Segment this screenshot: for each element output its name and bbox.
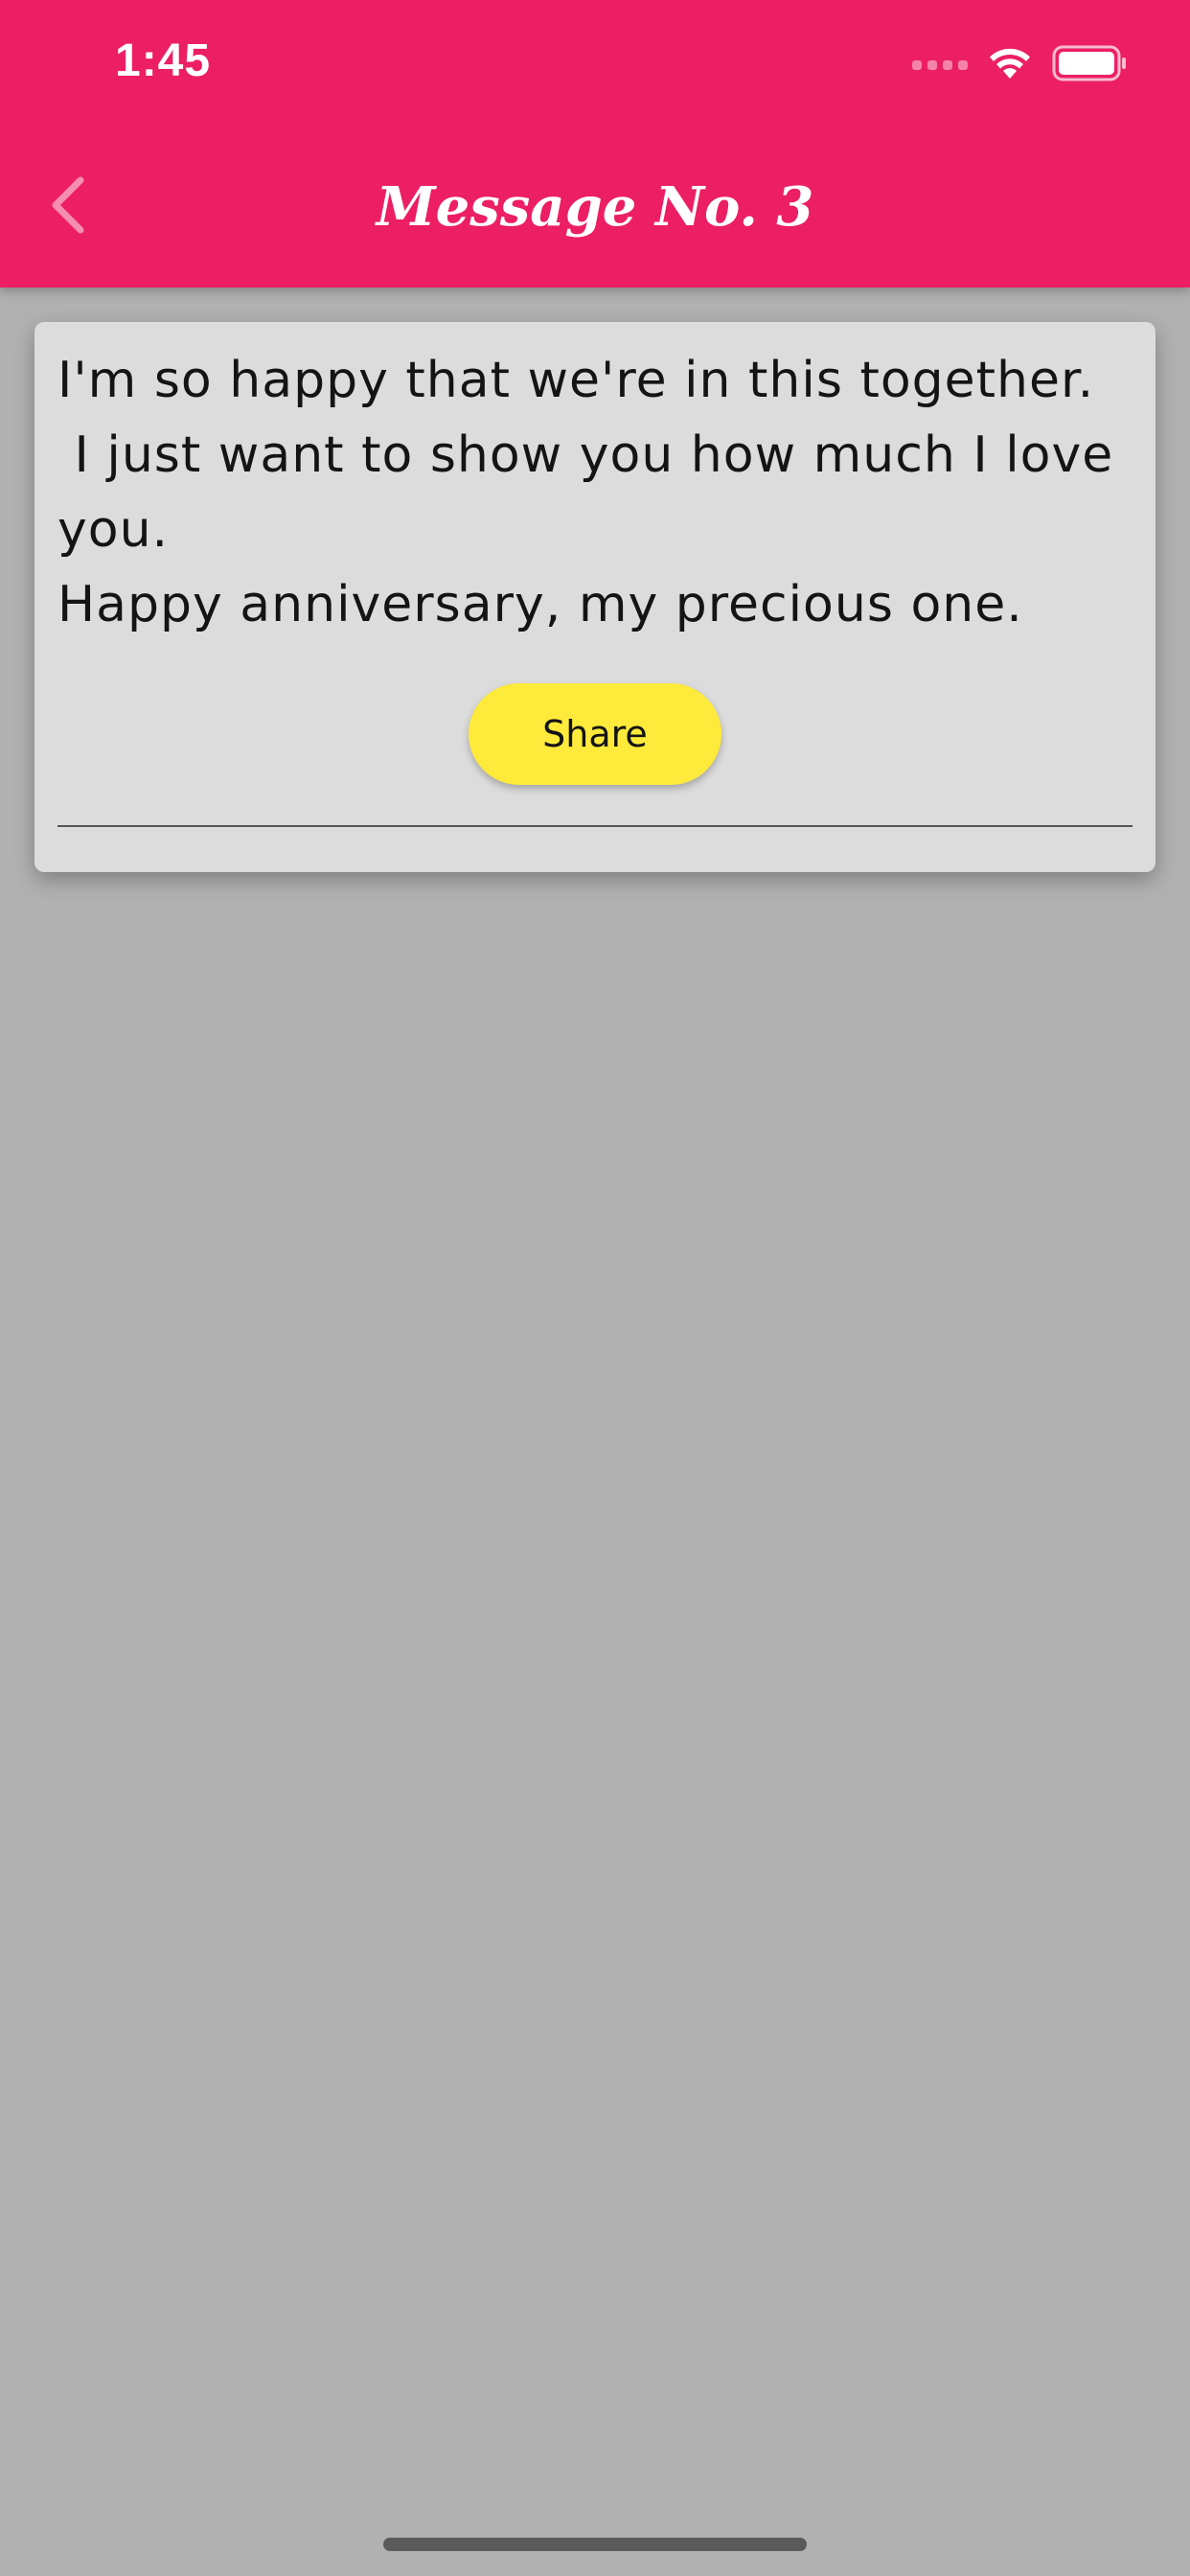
home-indicator[interactable] (383, 2538, 807, 2551)
app-header: 1:45 Message No. 3 (0, 0, 1190, 288)
page-title: Message No. 3 (376, 175, 814, 239)
signal-icon (912, 60, 968, 70)
wifi-icon (987, 44, 1033, 86)
message-card: I'm so happy that we're in this together… (34, 322, 1156, 872)
message-text: I'm so happy that we're in this together… (57, 352, 1114, 633)
battery-icon (1052, 44, 1129, 86)
status-time: 1:45 (115, 35, 212, 86)
share-button[interactable]: Share (469, 683, 721, 785)
divider (57, 825, 1133, 827)
status-icons (912, 42, 1129, 88)
